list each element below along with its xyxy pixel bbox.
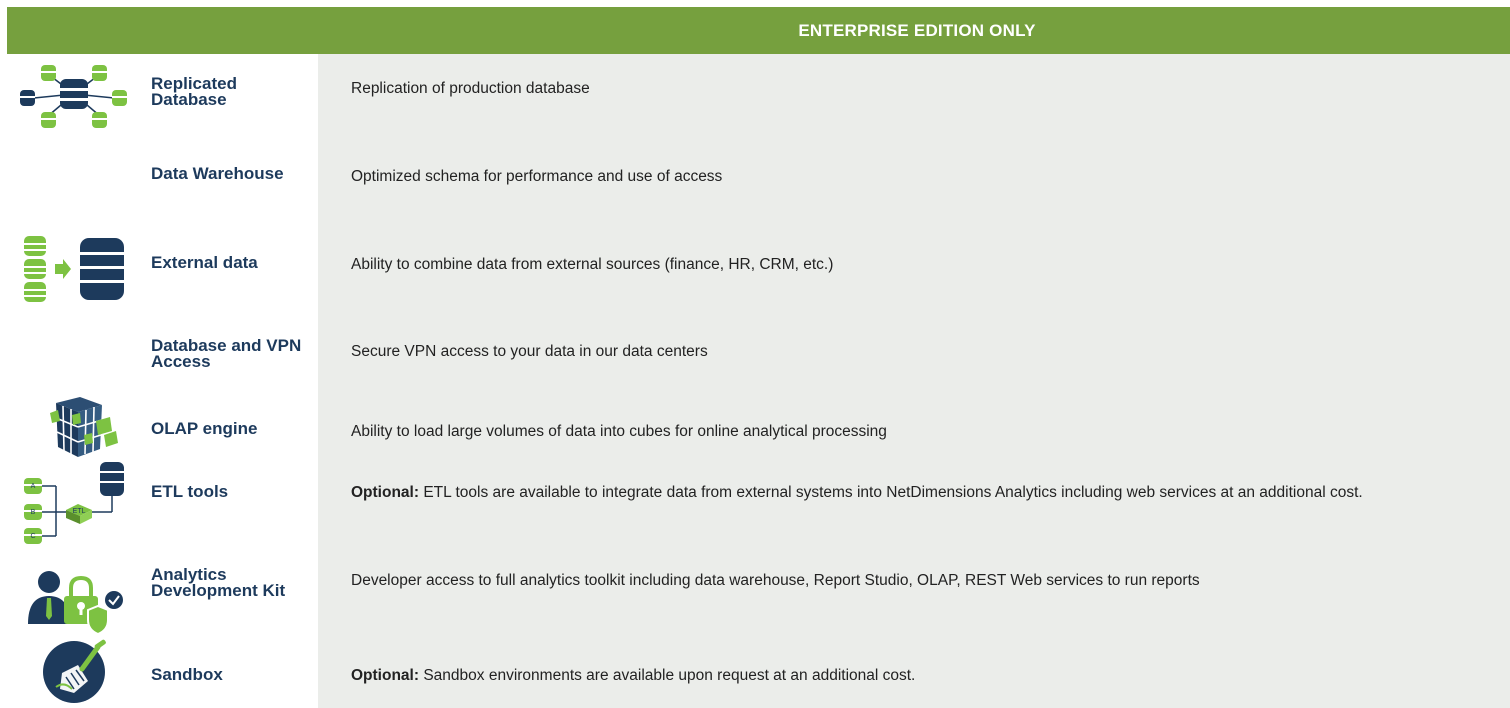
feature-label: Analytics Development Kit <box>151 565 286 600</box>
header-title: ENTERPRISE EDITION ONLY <box>798 21 1036 40</box>
table-header-bar: ENTERPRISE EDITION ONLY <box>7 7 1510 54</box>
feature-description: Optional: Sandbox environments are avail… <box>351 666 1411 685</box>
feature-label: External data <box>151 253 258 272</box>
replicated-database-icon <box>14 62 134 132</box>
feature-label: Replicated Database <box>151 74 237 109</box>
feature-label: Data Warehouse <box>151 164 284 183</box>
etl-icon-label: ETL <box>73 508 86 515</box>
description-text: Ability to load large volumes of data in… <box>351 423 887 440</box>
description-text: Secure VPN access to your data in our da… <box>351 343 708 360</box>
description-text: Developer access to full analytics toolk… <box>351 572 1200 589</box>
description-text: Replication of production database <box>351 80 590 97</box>
feature-label: OLAP engine <box>151 419 258 438</box>
feature-label: Database and VPN Access <box>151 336 302 371</box>
olap-cube-icon <box>14 395 134 465</box>
feature-description: Secure VPN access to your data in our da… <box>351 342 1411 361</box>
feature-label: ETL tools <box>151 482 229 501</box>
etl-icon-letter-c: C <box>30 533 35 540</box>
developer-lock-icon <box>14 566 134 636</box>
feature-description: Optimized schema for performance and use… <box>351 167 1411 186</box>
external-data-icon <box>14 234 134 304</box>
feature-label: Sandbox <box>151 665 223 684</box>
description-column-background <box>318 54 1510 708</box>
description-text: Optimized schema for performance and use… <box>351 168 723 185</box>
etl-icon-letter-b: B <box>31 509 36 516</box>
description-text: ETL tools are available to integrate dat… <box>419 484 1363 501</box>
feature-description: Developer access to full analytics toolk… <box>351 571 1411 590</box>
description-prefix: Optional: <box>351 667 420 684</box>
feature-description: Ability to load large volumes of data in… <box>351 422 1411 441</box>
description-prefix: Optional: <box>351 484 420 501</box>
feature-description: Ability to combine data from external so… <box>351 255 1411 274</box>
etl-icon-letter-a: A <box>31 483 36 490</box>
etl-tools-icon: A B C ETL <box>14 458 134 554</box>
feature-description: Optional: ETL tools are available to int… <box>351 483 1411 502</box>
feature-description: Replication of production database <box>351 79 1411 98</box>
sandbox-shovel-icon <box>14 637 134 707</box>
description-text: Sandbox environments are available upon … <box>419 667 916 684</box>
description-text: Ability to combine data from external so… <box>351 256 834 273</box>
